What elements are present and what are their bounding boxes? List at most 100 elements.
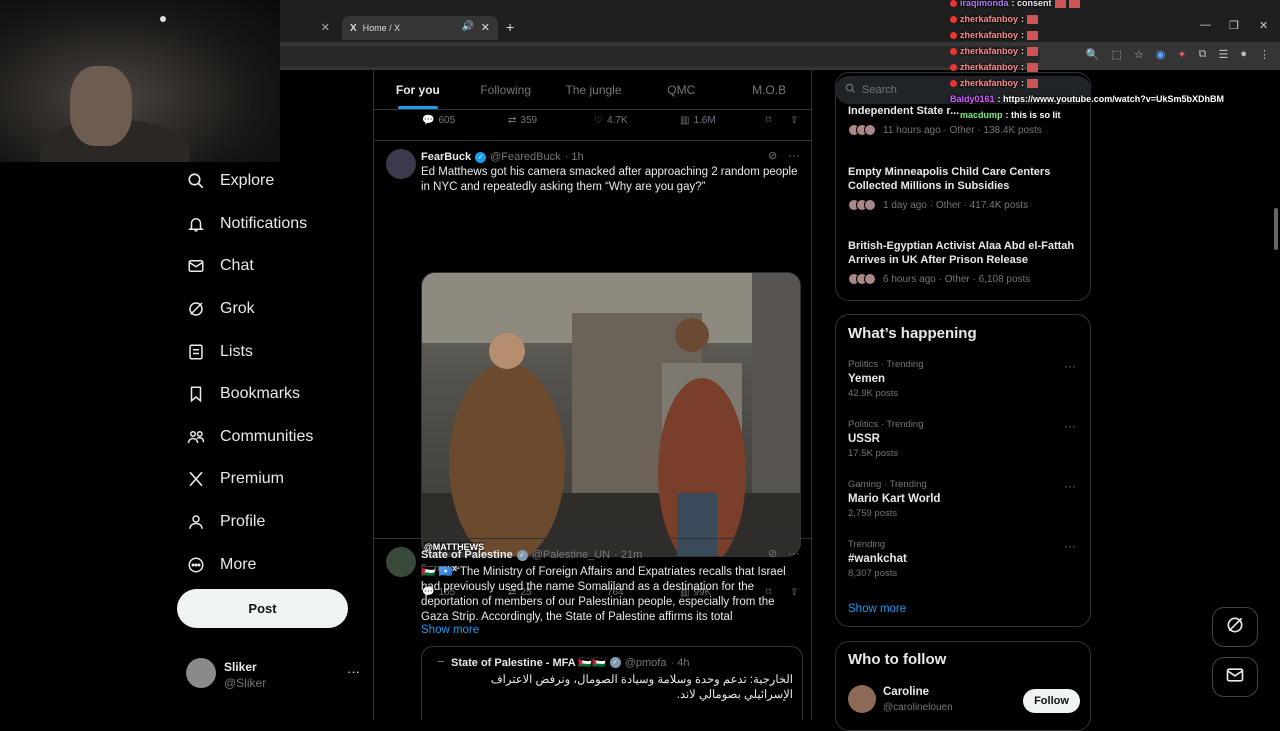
close-icon[interactable]: ✕ [321,21,330,34]
tab-qmc[interactable]: QMC [637,70,725,109]
new-tab-button[interactable]: + [506,19,514,35]
like-button[interactable]: ♡ 4.7K [594,115,628,126]
trend-item[interactable]: Trending #wankchat 8,307 posts ··· [848,539,1082,579]
author-name[interactable]: FearBuck [421,151,471,163]
who-to-follow-card: Who to follow Caroline @carolinelouen Fo… [835,641,1091,731]
reply-button[interactable]: 💬 605 [422,115,455,126]
tweet-time[interactable]: · 1h [565,151,584,163]
quote-author-name[interactable]: State of Palestine - MFA 🇵🇸🇵🇸 [451,656,606,669]
news-item[interactable]: Empty Minneapolis Child Care Centers Col… [848,165,1082,211]
tweet[interactable]: State of Palestine ✓ @Palestine_UN · 21m… [374,538,811,720]
author-handle[interactable]: @FearedBuck [490,151,560,163]
quote-author-handle[interactable]: @pmofa [625,657,667,669]
nav-label: More [220,555,257,573]
kebab-menu-icon[interactable]: ⋮ [1259,48,1270,61]
more-icon[interactable]: ··· [1064,539,1076,553]
post-button[interactable]: Post [177,589,348,628]
nav-explore[interactable]: Explore [180,160,370,203]
nav-label: Explore [220,172,275,190]
show-more-link[interactable]: Show more [421,624,479,636]
suggested-user-name[interactable]: Caroline [883,686,929,698]
chat-message: zherkafanboy : [950,11,1230,27]
more-icon[interactable]: ··· [1064,479,1076,493]
trend-item[interactable]: Politics · Trending USSR 17.5K posts ··· [848,419,1082,459]
trend-item[interactable]: Politics · Trending Yemen 42.9K posts ··… [848,359,1082,399]
more-icon[interactable]: ··· [1064,359,1076,373]
avatar[interactable] [386,149,416,179]
chat-badge-icon [950,47,957,55]
nav-notifications[interactable]: Notifications [180,203,370,246]
page-scrollbar[interactable] [1272,70,1280,720]
avatar[interactable] [848,685,876,713]
author-name[interactable]: State of Palestine [421,549,513,561]
tweet-time[interactable]: · 21m [614,549,642,561]
tweet-video[interactable]: @MATTHEWS [421,272,801,557]
nav-bookmarks[interactable]: Bookmarks [180,373,370,416]
address-bar[interactable] [280,46,1040,67]
grok-button[interactable] [1212,607,1258,647]
trend-item[interactable]: Gaming · Trending Mario Kart World 2,759… [848,479,1082,519]
avatar [186,658,216,688]
repost-button[interactable]: ⇄ 359 [508,115,537,126]
follow-button[interactable]: Follow [1023,689,1080,713]
grok-icon[interactable]: ⊘ [768,149,777,162]
speaker-icon[interactable]: 🔊 [462,21,474,32]
bookmark-button[interactable]: ⌑ [766,115,771,126]
share-button[interactable]: ⇪ [790,115,798,126]
scrollbar-thumb[interactable] [1274,208,1278,250]
avatar[interactable] [386,547,416,577]
chat-user: zherkafanboy [960,78,1019,88]
profile-avatar-icon[interactable]: ● [1240,48,1247,61]
nav-chat[interactable]: Chat [180,245,370,288]
quote-text: الخارجية: تدعم وحدة وسلامة وسيادة الصوما… [490,674,793,701]
tab-the-jungle[interactable]: The jungle [550,70,638,109]
quote-avatar [438,661,444,662]
close-window-button[interactable]: ✕ [1259,19,1268,32]
view-count: 1.6M [693,115,716,126]
news-meta: 6 hours ago · Other · 6,108 posts [883,273,1031,285]
chat-text: : this is so lit [1005,110,1061,120]
browser-tab-active[interactable]: X Home / X 🔊 ✕ [342,16,498,40]
account-name: Sliker [224,660,257,674]
trend-name: Yemen [848,373,886,385]
tab-mob[interactable]: M.O.B [725,70,811,109]
nav-label: Bookmarks [220,385,301,403]
grok-icon[interactable]: ⊘ [768,547,777,560]
nav-grok[interactable]: Grok [180,288,370,331]
browser-tab-previous[interactable]: ✕ [282,16,338,40]
tweet[interactable]: FearBuck ✓ @FearedBuck · 1h ⊘ ··· Ed Mat… [374,140,811,598]
search-placeholder: Search [862,84,897,96]
maximize-button[interactable]: ❐ [1229,19,1239,32]
nav-more[interactable]: More [180,543,370,586]
news-item[interactable]: British-Egyptian Activist Alaa Abd el-Fa… [848,239,1082,285]
x-logo-icon: X [350,22,357,34]
avatar-stack [848,273,876,285]
author-handle[interactable]: @Palestine_UN [532,549,610,561]
nav-premium[interactable]: Premium [180,458,370,501]
nav-lists[interactable]: Lists [180,330,370,373]
trend-category: Trending [848,539,886,550]
chat-text: : consent [1011,0,1052,8]
news-title: British-Egyptian Activist Alaa Abd el-Fa… [848,240,1075,266]
tweet-text: Ed Matthews got his camera smacked after… [421,166,798,193]
close-icon[interactable]: ✕ [481,21,490,34]
list-icon [186,342,206,362]
tab-label: Home / X [362,23,401,33]
views-button[interactable]: ▥ 1.6M [680,115,716,126]
flags: 🇵🇸 🇸🇴 [421,566,453,578]
chat-message: zherkafanboy : [950,75,1230,91]
tab-following[interactable]: Following [462,70,550,109]
messages-button[interactable] [1212,657,1258,697]
account-switcher[interactable]: Sliker @Sliker ··· [186,658,366,690]
more-icon[interactable]: ··· [788,148,800,162]
repost-icon: ⇄ [508,115,517,126]
nav-profile[interactable]: Profile [180,501,370,544]
tab-for-you[interactable]: For you [374,70,462,109]
more-icon[interactable]: ··· [1064,419,1076,433]
more-icon[interactable]: ··· [347,664,360,679]
quoted-tweet[interactable]: State of Palestine - MFA 🇵🇸🇵🇸 ✓ @pmofa ·… [421,646,803,720]
more-icon[interactable]: ··· [788,546,800,560]
emote-icon [1068,0,1080,8]
show-more-link[interactable]: Show more [848,603,906,615]
nav-communities[interactable]: Communities [180,416,370,459]
